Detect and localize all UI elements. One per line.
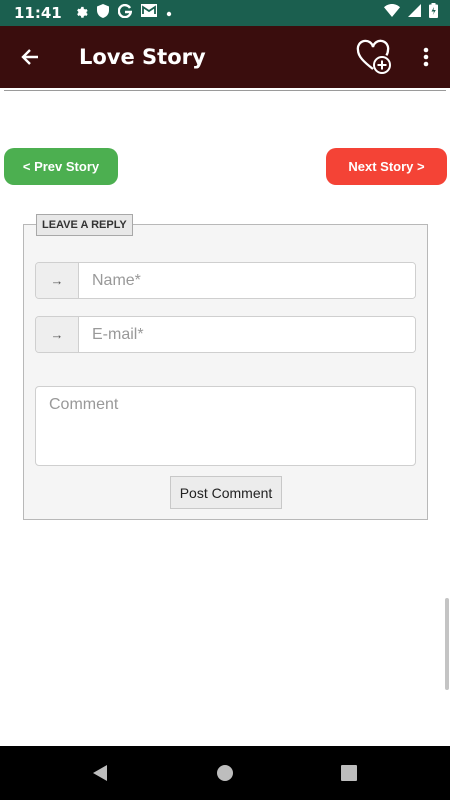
name-input[interactable] — [79, 263, 415, 298]
prev-story-button[interactable]: < Prev Story — [4, 148, 118, 185]
arrow-right-icon: → — [36, 317, 79, 352]
circle-home-icon — [217, 765, 233, 781]
status-icons-right — [384, 3, 438, 23]
status-icons-left — [74, 3, 172, 23]
heart-add-icon — [356, 39, 391, 74]
nav-home-button[interactable] — [213, 761, 237, 785]
next-story-button[interactable]: Next Story > — [326, 148, 447, 185]
shield-icon — [96, 3, 109, 23]
app-bar: Love Story — [0, 26, 450, 88]
arrow-right-icon: → — [36, 263, 79, 298]
more-vert-icon — [423, 47, 429, 67]
scrollbar[interactable] — [445, 598, 449, 690]
content-area: < Prev Story Next Story > LEAVE A REPLY … — [0, 88, 450, 746]
battery-icon — [429, 3, 438, 23]
gear-icon — [74, 4, 88, 23]
square-recents-icon — [341, 765, 357, 781]
triangle-back-icon — [93, 765, 107, 781]
wifi-icon — [384, 4, 400, 22]
add-favorite-button[interactable] — [352, 34, 398, 80]
dot-icon — [166, 4, 172, 22]
divider — [4, 90, 446, 91]
nav-back-button[interactable] — [88, 761, 112, 785]
overflow-menu-button[interactable] — [412, 37, 440, 77]
status-time: 11:41 — [14, 4, 62, 22]
email-input[interactable] — [79, 317, 415, 352]
back-button[interactable] — [0, 26, 60, 88]
page-title: Love Story — [79, 45, 206, 69]
comment-input[interactable] — [35, 386, 416, 466]
system-nav-bar — [0, 746, 450, 800]
email-input-group: → — [35, 316, 416, 353]
nav-recents-button[interactable] — [337, 761, 361, 785]
post-comment-button[interactable]: Post Comment — [170, 476, 282, 509]
reply-form-legend: LEAVE A REPLY — [36, 214, 133, 236]
status-bar: 11:41 — [0, 0, 450, 26]
mail-icon — [140, 4, 157, 22]
signal-icon — [408, 4, 421, 22]
name-input-group: → — [35, 262, 416, 299]
arrow-back-icon — [21, 49, 38, 65]
google-icon — [117, 3, 132, 23]
reply-form: LEAVE A REPLY → → Post Comment — [23, 214, 428, 520]
